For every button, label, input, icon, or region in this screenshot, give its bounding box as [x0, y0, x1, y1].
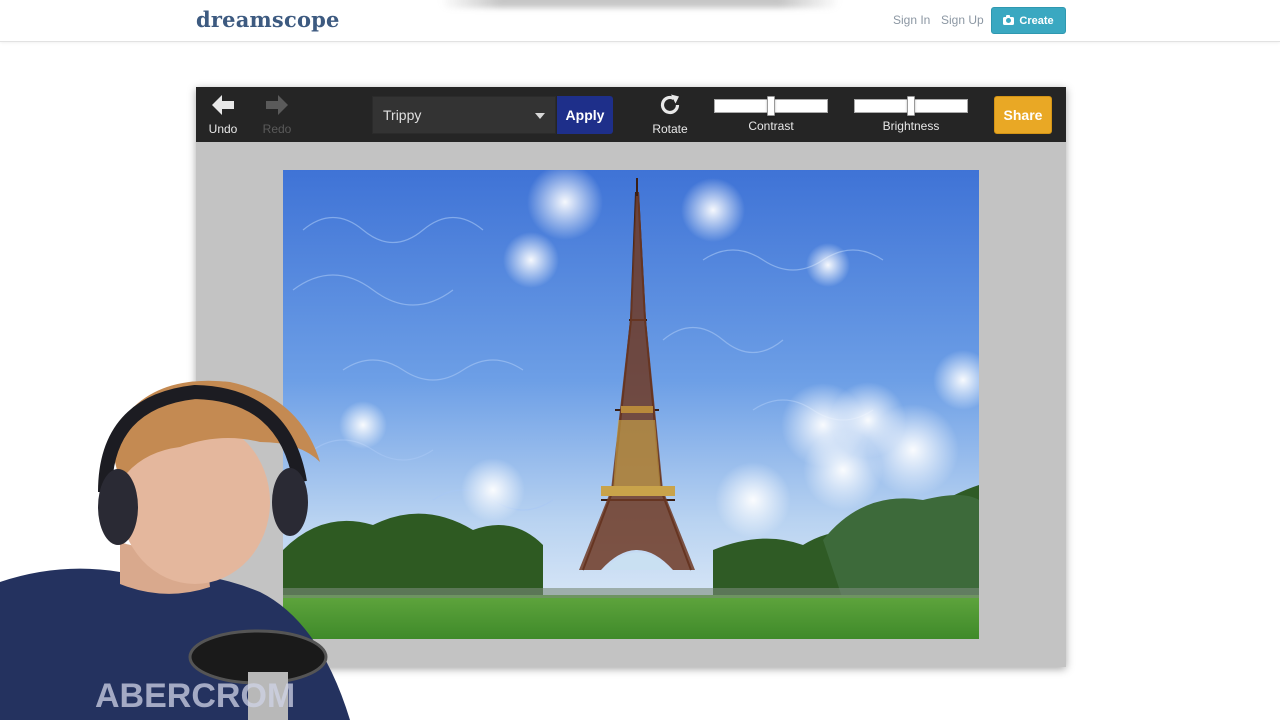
eiffel-tower-image [283, 170, 979, 639]
caret-down-icon [535, 113, 545, 119]
top-navbar: dreamscope Sign In Sign Up Create [0, 0, 1280, 42]
redo-label: Redo [262, 122, 292, 136]
filter-selected-value: Trippy [383, 107, 422, 123]
rotate-label: Rotate [652, 122, 688, 136]
brightness-slider-handle[interactable] [907, 96, 915, 116]
sign-in-link[interactable]: Sign In [893, 13, 930, 27]
brightness-label: Brightness [882, 119, 940, 133]
apply-button[interactable]: Apply [557, 96, 613, 134]
edited-image-canvas [283, 170, 979, 639]
contrast-slider[interactable] [714, 96, 828, 116]
blurred-header-text [440, 0, 840, 8]
brightness-slider[interactable] [854, 96, 968, 116]
contrast-slider-handle[interactable] [767, 96, 775, 116]
arrow-right-icon [265, 87, 289, 117]
contrast-slider-group: Contrast [714, 96, 828, 133]
brightness-slider-group: Brightness [854, 96, 968, 133]
webcam-overlay: ABERCROM [0, 372, 350, 720]
shirt-text: ABERCROM [95, 677, 295, 715]
camera-icon [1003, 14, 1015, 25]
rotate-icon [658, 87, 682, 117]
undo-button[interactable]: Undo [204, 87, 242, 142]
undo-label: Undo [208, 122, 238, 136]
share-button[interactable]: Share [994, 96, 1052, 134]
editor-toolbar: Undo Redo Trippy Apply Rotate Contrast B… [196, 87, 1066, 142]
filter-select[interactable]: Trippy [372, 96, 556, 134]
webcam-person-image: ABERCROM [0, 380, 350, 720]
arrow-left-icon [211, 87, 235, 117]
contrast-label: Contrast [748, 119, 794, 133]
dreamscope-logo[interactable]: dreamscope [196, 7, 340, 32]
create-button[interactable]: Create [991, 7, 1066, 34]
sign-up-link[interactable]: Sign Up [941, 13, 984, 27]
create-button-label: Create [1019, 14, 1054, 27]
rotate-button[interactable]: Rotate [644, 87, 696, 142]
redo-button[interactable]: Redo [258, 87, 296, 142]
